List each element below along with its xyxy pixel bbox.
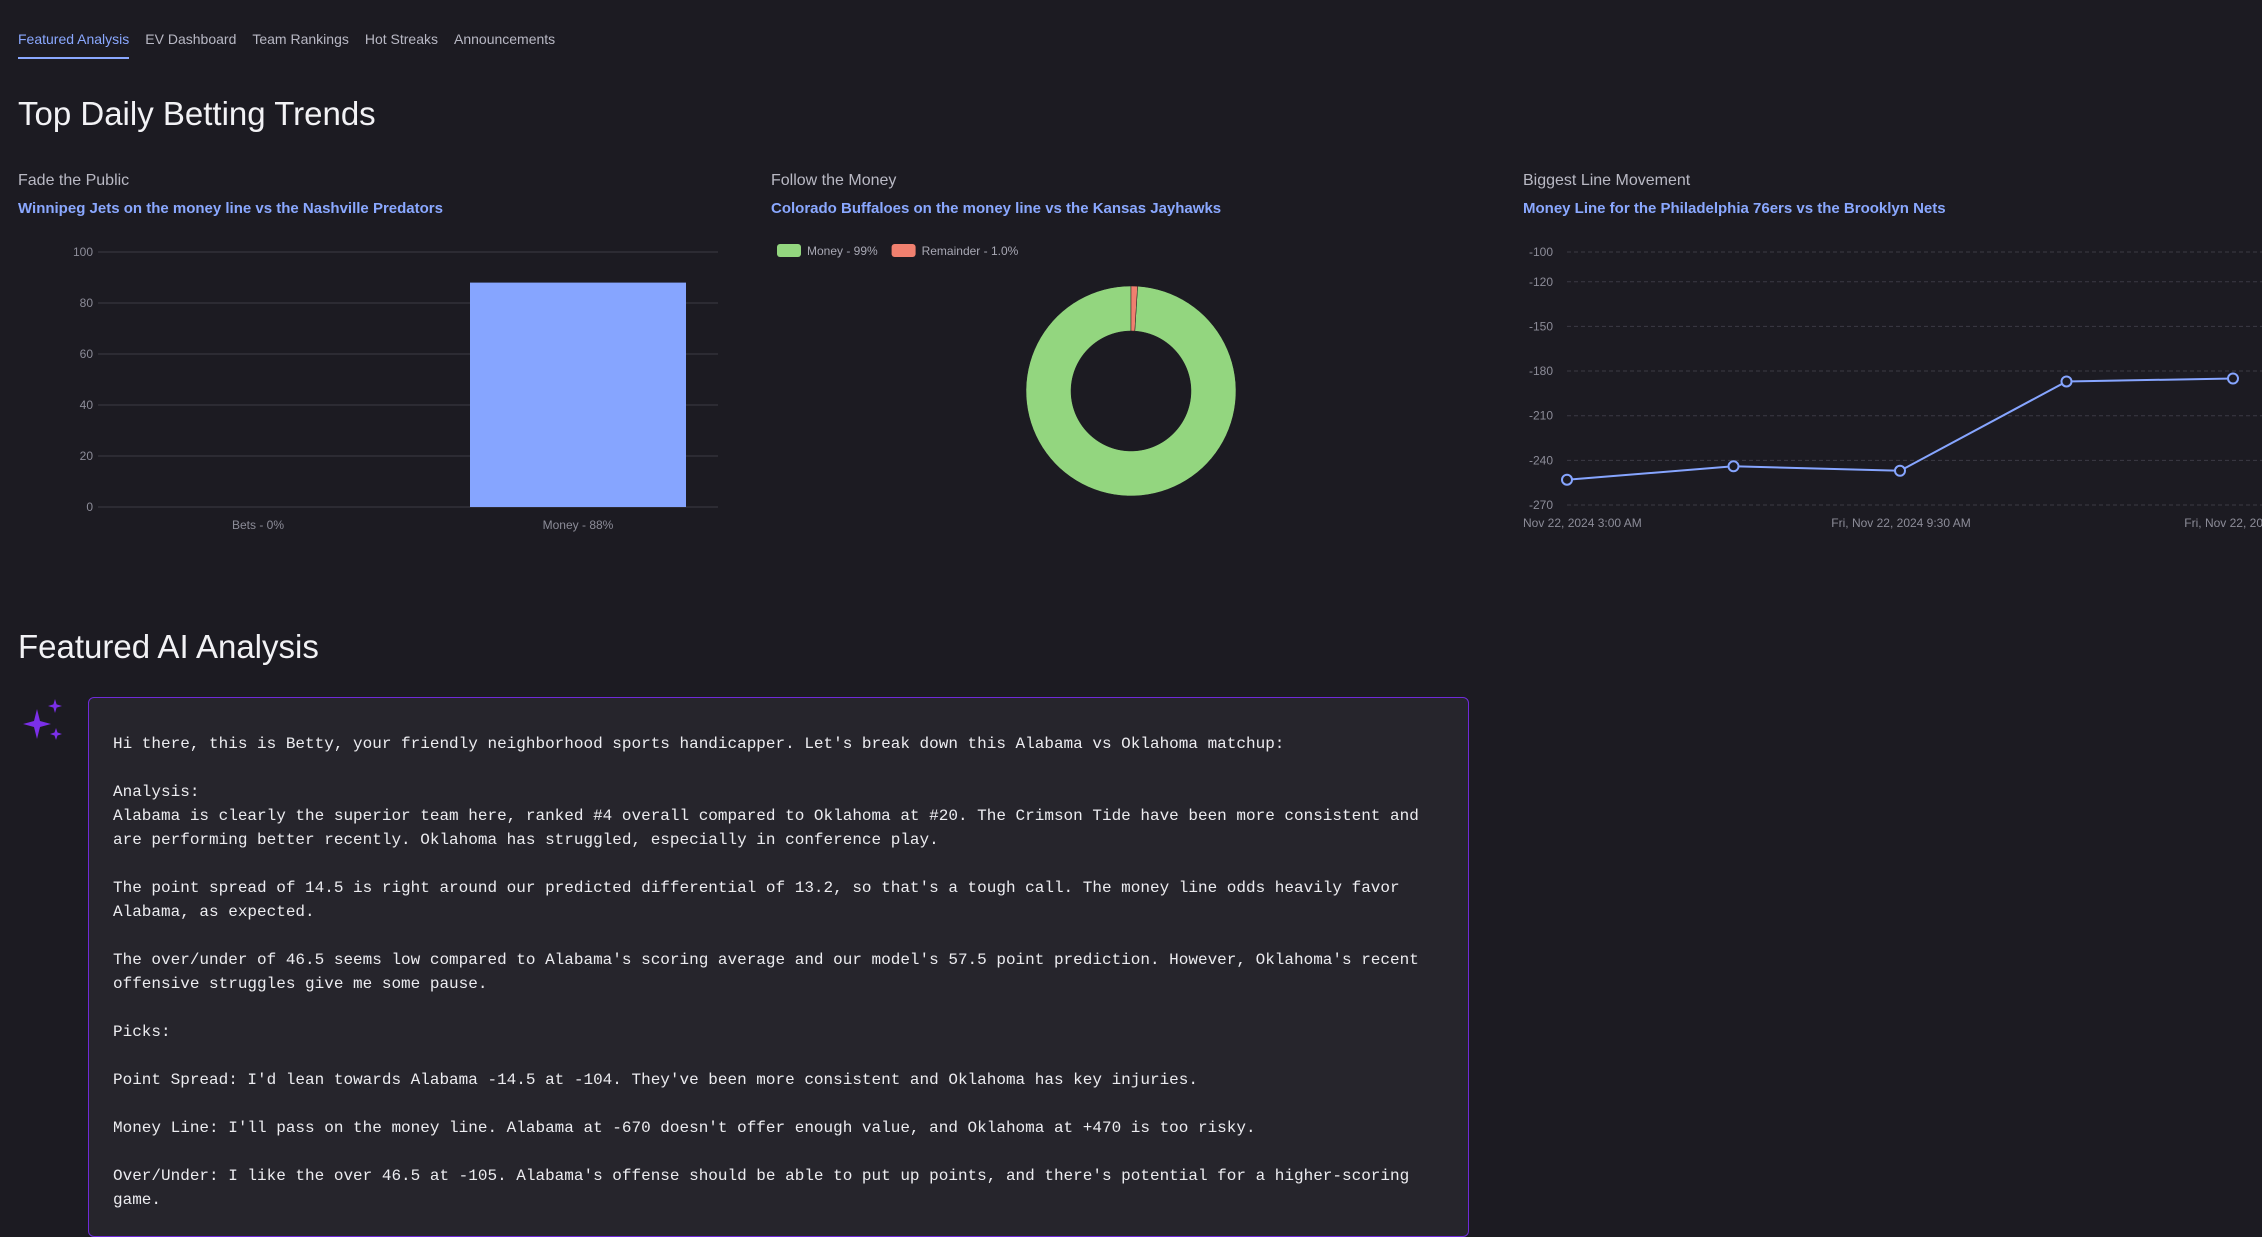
x-tick-label: Money - 88% <box>543 518 614 532</box>
x-tick-label: Bets - 0% <box>232 518 284 532</box>
y-tick-label: 100 <box>73 245 93 259</box>
follow-the-money-card: Follow the Money Colorado Buffaloes on t… <box>771 172 1471 552</box>
y-tick-label: -180 <box>1529 364 1553 378</box>
y-tick-label: 60 <box>80 347 94 361</box>
y-tick-label: -150 <box>1529 319 1553 333</box>
y-tick-label: 40 <box>80 398 94 412</box>
line-series <box>1566 377 2234 481</box>
y-tick-label: -120 <box>1529 275 1553 289</box>
data-point <box>2060 375 2073 388</box>
y-tick-label: -240 <box>1529 453 1553 467</box>
data-point <box>1561 473 1573 486</box>
card-headline[interactable]: Winnipeg Jets on the money line vs the N… <box>18 200 718 217</box>
data-point <box>2227 372 2239 385</box>
y-tick-label: 80 <box>80 296 94 310</box>
card-kicker: Biggest Line Movement <box>1523 172 1691 189</box>
tab-team-rankings[interactable]: Team Rankings <box>252 28 349 59</box>
data-point <box>1727 460 1740 473</box>
legend-label: Remainder - 1.0% <box>922 244 1019 258</box>
x-tick-label: Nov 22, 2024 3:00 AM <box>1523 516 1642 530</box>
top-tabs: Featured Analysis EV Dashboard Team Rank… <box>18 28 571 59</box>
follow-money-donut-chart: Money - 99% Remainder - 1.0% <box>777 244 1237 497</box>
x-tick-label: Fri, Nov 22, 20 <box>2184 516 2262 530</box>
card-kicker: Fade the Public <box>18 172 130 189</box>
trends-title: Top Daily Betting Trends <box>18 95 376 132</box>
fade-public-bar-chart: 0 20 40 60 80 100 Bets - 0% Money - 88% <box>73 245 718 532</box>
card-headline[interactable]: Colorado Buffaloes on the money line vs … <box>771 200 1471 217</box>
line-movement-line-chart: -100 -120 -150 -180 -210 -240 -270 Nov 22, 2024… <box>1523 245 2262 530</box>
tab-hot-streaks[interactable]: Hot Streaks <box>365 28 438 59</box>
legend-swatch <box>891 244 916 257</box>
legend-swatch <box>777 244 801 257</box>
fade-the-public-card: Fade the Public Winnipeg Jets on the mon… <box>18 172 718 552</box>
card-kicker: Follow the Money <box>771 172 897 189</box>
y-tick-label: -100 <box>1529 245 1553 259</box>
sparkles-icon <box>23 699 62 740</box>
data-point <box>1894 464 1906 477</box>
y-tick-label: 20 <box>80 449 94 463</box>
x-tick-label: Fri, Nov 22, 2024 9:30 AM <box>1831 516 1970 530</box>
y-tick-label: -210 <box>1529 409 1553 423</box>
legend-label: Money - 99% <box>807 244 878 258</box>
ai-analysis-text: Hi there, this is Betty, your friendly n… <box>113 735 1419 1209</box>
y-tick-label: 0 <box>86 500 93 514</box>
ai-analysis-box: Hi there, this is Betty, your friendly n… <box>88 697 1469 1237</box>
tab-ev-dashboard[interactable]: EV Dashboard <box>145 28 236 59</box>
bar <box>470 282 686 507</box>
tab-featured-analysis[interactable]: Featured Analysis <box>18 28 130 59</box>
tab-announcements[interactable]: Announcements <box>454 28 555 59</box>
line-movement-card: Biggest Line Movement Money Line for the… <box>1523 172 2262 552</box>
y-tick-label: -270 <box>1529 498 1553 512</box>
card-headline[interactable]: Money Line for the Philadelphia 76ers vs… <box>1523 200 2223 217</box>
ai-analysis-title: Featured AI Analysis <box>18 628 319 665</box>
